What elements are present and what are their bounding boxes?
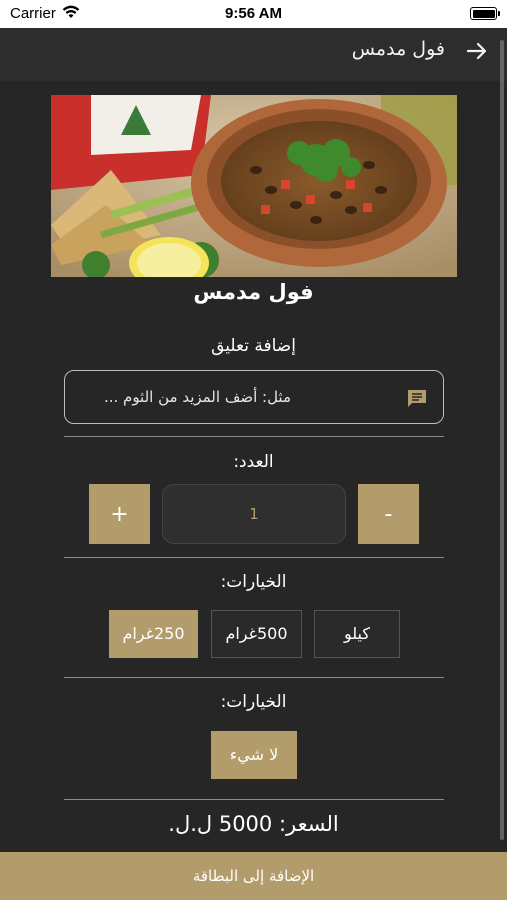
price-label: السعر: 5000 ل.ل. xyxy=(168,812,339,836)
quantity-label: العدد: xyxy=(233,452,274,472)
clock: 9:56 AM xyxy=(225,5,282,22)
comment-icon xyxy=(408,390,426,407)
size-options-label: الخيارات: xyxy=(220,572,287,592)
add-to-cart-button[interactable]: الإضافة إلى البطاقة xyxy=(0,852,507,900)
foul-bowl-photo xyxy=(51,95,457,277)
nav-bar: فول مدمس xyxy=(0,28,507,81)
battery-icon xyxy=(470,7,500,20)
increase-quantity-button[interactable]: + xyxy=(89,484,150,544)
comment-label: إضافة تعليق xyxy=(211,336,296,356)
arrow-right-icon[interactable] xyxy=(465,39,489,63)
option-none-button[interactable]: لا شيء xyxy=(211,731,297,779)
scrollbar[interactable] xyxy=(500,40,504,840)
divider xyxy=(64,799,444,800)
status-bar: Carrier 9:56 AM xyxy=(0,0,507,28)
quantity-value[interactable]: 1 xyxy=(162,484,346,544)
page-title: فول مدمس xyxy=(351,38,445,60)
dish-image xyxy=(51,95,457,277)
comment-input[interactable]: مثل: أضف المزيد من الثوم ... xyxy=(104,388,291,406)
option-kilo-button[interactable]: كيلو xyxy=(314,610,400,658)
dish-title: فول مدمس xyxy=(193,280,314,304)
extra-options-label: الخيارات: xyxy=(220,692,287,712)
comment-field[interactable]: مثل: أضف المزيد من الثوم ... xyxy=(64,370,444,424)
option-250g-button[interactable]: 250غرام xyxy=(109,610,198,658)
divider xyxy=(64,436,444,437)
divider xyxy=(64,557,444,558)
decrease-quantity-button[interactable]: - xyxy=(358,484,419,544)
divider xyxy=(64,677,444,678)
option-500g-button[interactable]: 500غرام xyxy=(211,610,302,658)
